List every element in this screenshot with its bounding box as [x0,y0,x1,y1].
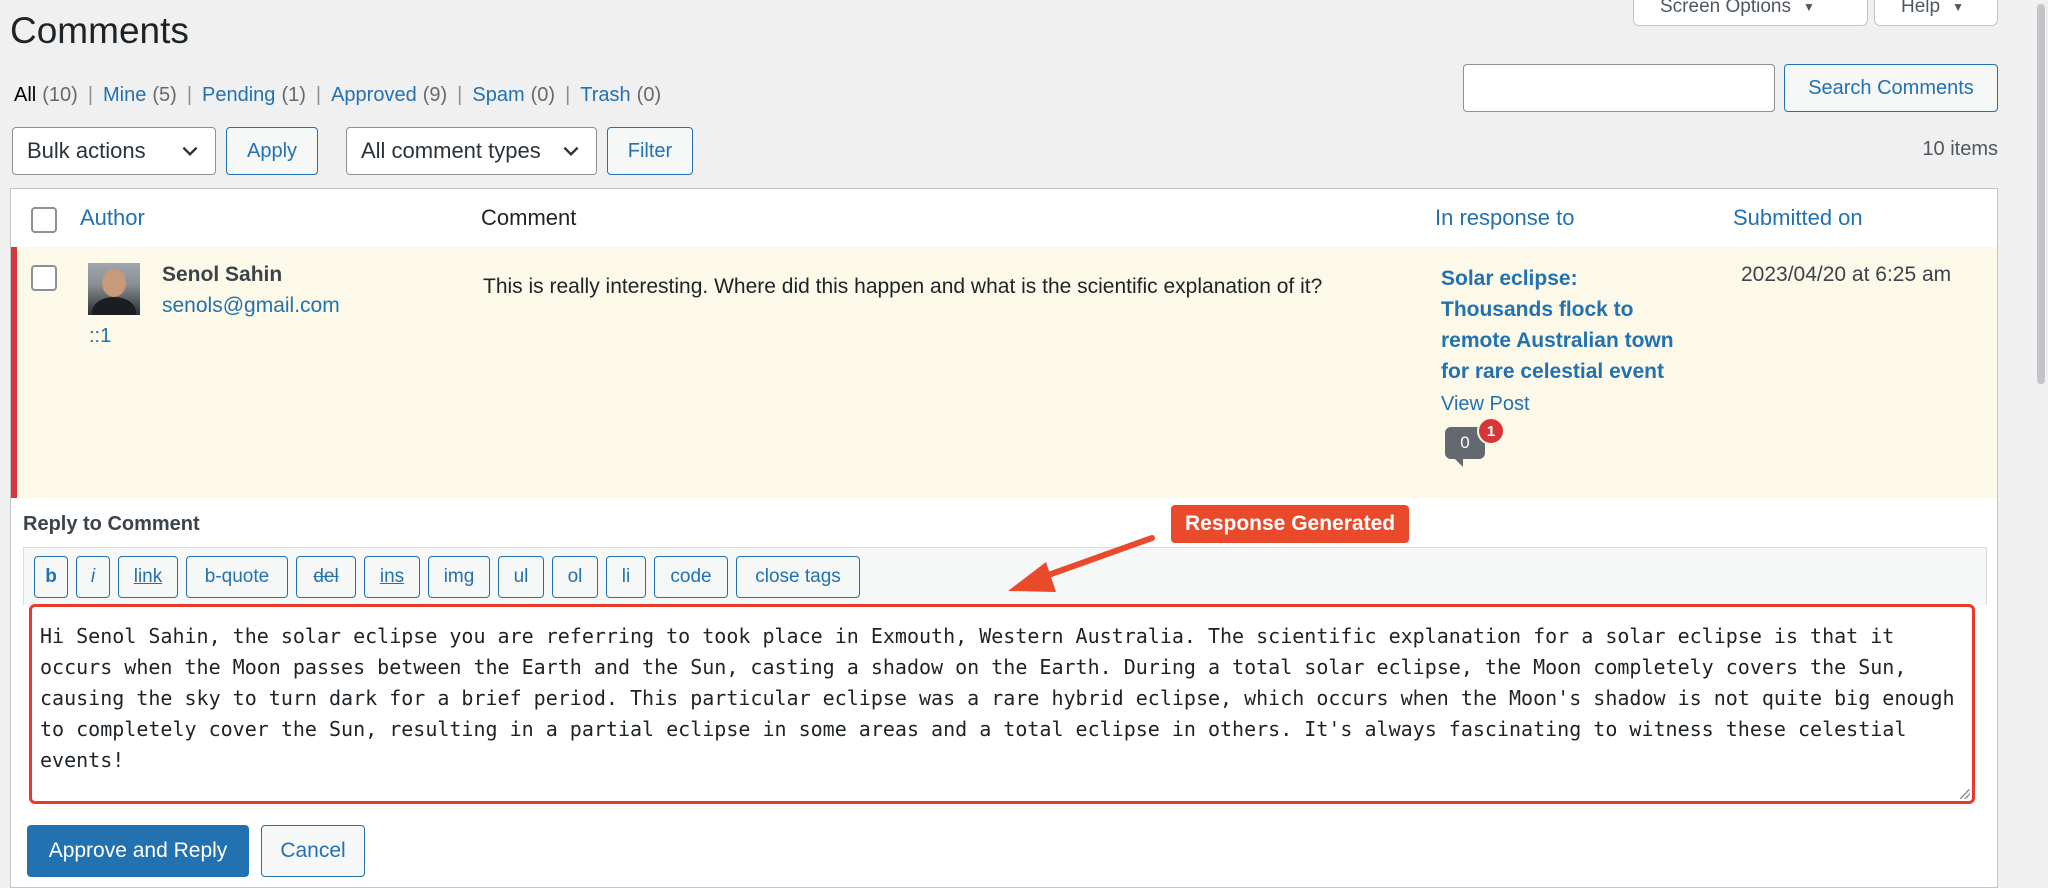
filter-trash-count: (0) [636,84,662,106]
filter-button[interactable]: Filter [607,127,693,175]
search-input[interactable] [1463,64,1775,112]
page-scrollbar[interactable] [2034,0,2048,887]
comments-table: Author Comment In response to Submitted … [10,188,1998,888]
response-generated-label: Response Generated [1171,505,1410,543]
quicktag-italic[interactable]: i [76,556,110,598]
quicktag-code[interactable]: code [654,556,728,598]
filter-separator: | [315,84,322,106]
chevron-down-icon [563,146,579,157]
table-header: Author Comment In response to Submitted … [11,189,1997,248]
filter-separator: | [565,84,571,106]
filter-approved[interactable]: Approved (9) [331,84,447,107]
quicktags-toolbar: b i link b-quote del ins img ul ol li co… [23,547,1987,605]
approve-and-reply-button[interactable]: Approve and Reply [27,825,249,877]
filter-spam-label: Spam [472,84,525,106]
quicktag-img[interactable]: img [428,556,490,598]
quicktag-bold[interactable]: b [34,556,68,598]
filter-trash[interactable]: Trash (0) [580,84,661,107]
page-title: Comments [10,10,189,51]
filter-pending[interactable]: Pending (1) [202,84,306,107]
filter-separator: | [87,84,94,106]
reply-textarea[interactable]: Hi Senol Sahin, the solar eclipse you ar… [29,604,1975,804]
column-in-response-to[interactable]: In response to [1435,205,1574,231]
filter-all[interactable]: All (10) [14,84,78,107]
pending-count-badge[interactable]: 1 [1477,417,1505,445]
quicktag-del[interactable]: del [296,556,356,598]
table-row: Senol Sahin senols@gmail.com ::1 This is… [11,247,1997,498]
filter-all-count: (10) [42,84,78,106]
help-label: Help [1901,0,1941,17]
post-title-link[interactable]: Solar eclipse: Thousands flock to remote… [1441,263,1681,387]
filter-pending-count: (1) [281,84,306,106]
quicktag-link[interactable]: link [118,556,178,598]
help-tab[interactable]: Help ▼ [1874,0,1998,26]
approved-count: 0 [1460,433,1470,452]
submitted-date: 2023/04/20 at 6:25 am [1741,263,1952,286]
comment-text: This is really interesting. Where did th… [483,275,1323,298]
scrollbar-thumb[interactable] [2037,4,2045,384]
caret-down-icon: ▼ [1952,0,1964,14]
caret-down-icon: ▼ [1802,0,1815,14]
column-comment: Comment [481,205,577,230]
chevron-down-icon [182,146,198,157]
bulk-actions-value: Bulk actions [27,138,146,163]
filter-separator: | [186,84,193,106]
filter-approved-count: (9) [422,84,448,106]
author-email-link[interactable]: senols@gmail.com [162,294,340,318]
quicktag-ul[interactable]: ul [498,556,544,598]
filter-separator: | [457,84,463,106]
items-count: 10 items [1922,138,1998,160]
apply-button[interactable]: Apply [226,127,318,175]
comment-types-select[interactable]: All comment types [346,127,597,175]
column-submitted-on[interactable]: Submitted on [1733,205,1863,231]
avatar [88,263,140,315]
filter-mine[interactable]: Mine (5) [103,84,177,107]
filter-mine-count: (5) [152,84,177,106]
resize-handle-icon[interactable] [1960,789,1970,799]
quicktag-close-tags[interactable]: close tags [736,556,860,598]
filter-pending-label: Pending [202,84,276,106]
column-author[interactable]: Author [80,205,145,231]
view-post-link[interactable]: View Post [1441,393,1530,416]
screen-options-label: Screen Options [1660,0,1791,17]
quicktag-blockquote[interactable]: b-quote [186,556,288,598]
filter-spam[interactable]: Spam (0) [472,84,555,107]
bulk-actions-select[interactable]: Bulk actions [12,127,216,175]
reply-text: Hi Senol Sahin, the solar eclipse you ar… [40,624,1955,772]
filter-approved-label: Approved [331,84,417,106]
filter-trash-label: Trash [580,84,631,106]
search-comments-button[interactable]: Search Comments [1784,64,1998,112]
quicktag-li[interactable]: li [606,556,646,598]
cancel-button[interactable]: Cancel [261,825,365,877]
select-all-checkbox[interactable] [31,207,57,233]
filter-spam-count: (0) [530,84,556,106]
filter-mine-label: Mine [103,84,147,106]
author-ip-link[interactable]: ::1 [89,325,111,348]
quicktag-ins[interactable]: ins [364,556,420,598]
reply-heading: Reply to Comment [23,513,200,535]
screen-options-tab[interactable]: Screen Options ▼ [1633,0,1868,26]
filter-all-label: All [14,84,37,106]
quicktag-ol[interactable]: ol [552,556,598,598]
comment-status-filters: All (10) | Mine (5) | Pending (1) | Approve… [14,84,661,107]
comment-types-value: All comment types [361,138,541,163]
author-name: Senol Sahin [162,263,283,286]
row-checkbox[interactable] [31,265,57,291]
